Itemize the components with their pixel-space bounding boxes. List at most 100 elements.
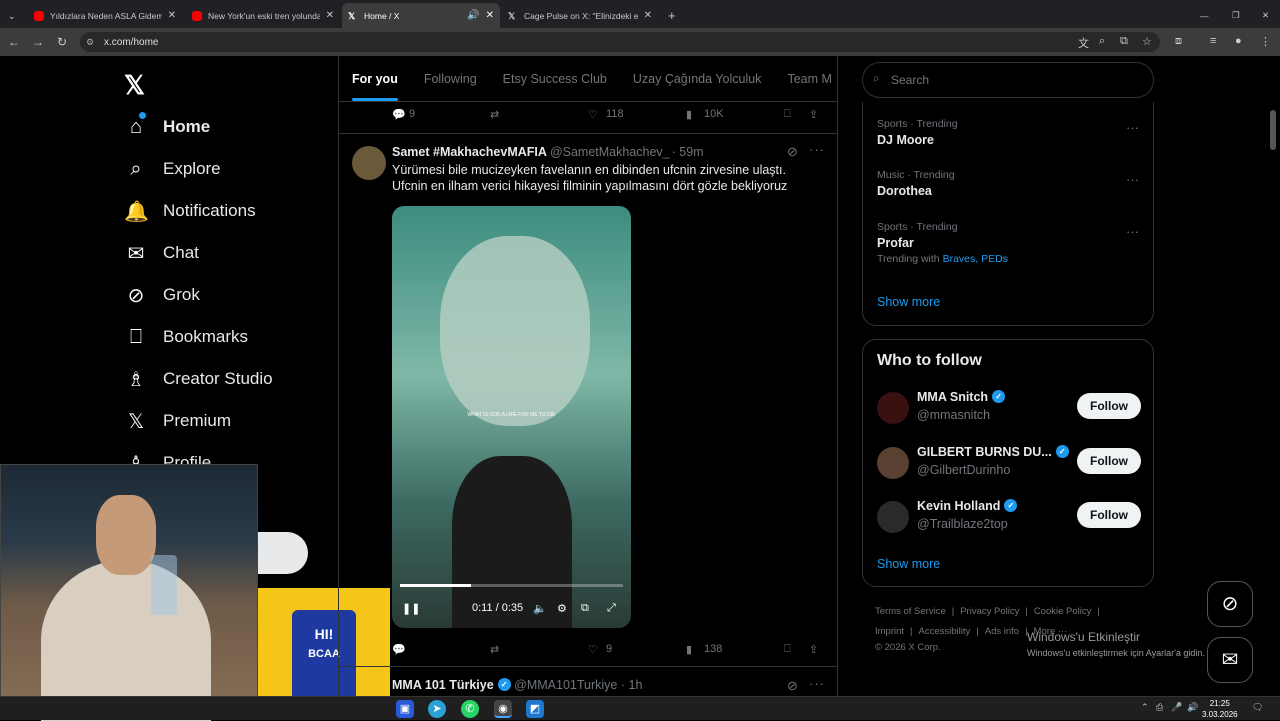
tab-uzay-cagi[interactable]: Uzay Çağında Yolculuk <box>620 56 775 101</box>
nav-item-notifications[interactable]: 🔔 Notifications <box>124 191 256 231</box>
browser-tab-2[interactable]: New York'un eski tren yolunda ✕ <box>186 3 340 28</box>
messages-fab-icon[interactable]: ✉ <box>1207 637 1253 683</box>
views-icon[interactable]: ▮ <box>686 108 692 121</box>
close-tab-icon[interactable]: ✕ <box>168 10 176 21</box>
trend-item[interactable]: Sports · Trending DJ Moore <box>877 118 958 147</box>
more-icon[interactable]: ··· <box>809 676 825 691</box>
tray-chevron-icon[interactable]: ⌃ <box>1141 702 1149 713</box>
close-tab-icon[interactable]: ✕ <box>326 10 334 21</box>
tab-etsy-success-club[interactable]: Etsy Success Club <box>490 56 620 101</box>
nav-item-chat[interactable]: ✉ Chat <box>124 233 199 273</box>
more-icon[interactable]: ··· <box>1126 172 1139 187</box>
tab-list-button[interactable]: ⌄ <box>2 4 24 29</box>
trend-item[interactable]: Sports · Trending Profar Trending with Bra… <box>877 221 1008 265</box>
trend-item[interactable]: Music · Trending Dorothea <box>877 169 955 198</box>
settings-icon[interactable]: ⚙ <box>557 602 567 615</box>
volume-tray-icon[interactable]: 🔊 <box>1187 702 1198 713</box>
follow-button[interactable]: Follow <box>1077 393 1141 419</box>
tray-app-icon[interactable]: ⎙ <box>1156 702 1163 713</box>
close-window-icon[interactable]: ✕ <box>1256 3 1276 28</box>
volume-icon[interactable]: 🔈 <box>533 602 547 615</box>
notification-center-icon[interactable]: 🗨 <box>1252 702 1263 713</box>
more-icon[interactable]: ··· <box>809 142 825 157</box>
like-icon[interactable]: ♡ <box>588 643 598 656</box>
grok-icon[interactable]: ⊘ <box>787 144 799 160</box>
views-icon[interactable]: ▮ <box>686 643 692 656</box>
tweet-video[interactable]: WHAT IS GOD A LIFE FOR ME TO DIE ❚❚ 0:11… <box>392 206 631 628</box>
bookmark-icon[interactable]: ⎕ <box>784 643 791 656</box>
photos-icon[interactable]: ◩ <box>526 700 544 718</box>
fullscreen-icon[interactable]: ⤢ <box>607 602 616 615</box>
minimize-icon[interactable]: — <box>1194 3 1214 28</box>
post-button[interactable] <box>258 532 308 574</box>
share-icon[interactable]: ⇪ <box>809 643 818 656</box>
scrollbar[interactable] <box>1270 110 1276 150</box>
retweet-icon[interactable]: ⇄ <box>490 108 499 121</box>
close-tab-icon[interactable]: ✕ <box>486 10 494 21</box>
tweet-time[interactable]: · 59m <box>672 145 704 159</box>
mic-icon[interactable]: 🎤 <box>1171 702 1182 713</box>
media-icon[interactable]: ≡ <box>1210 35 1216 47</box>
nav-item-explore[interactable]: ⌕ Explore <box>124 149 220 189</box>
show-more-follow[interactable]: Show more <box>877 557 940 571</box>
tweet-handle[interactable]: @SametMakhachev_ <box>550 145 670 159</box>
zoom-icon[interactable]: ⌕ <box>1099 35 1105 48</box>
new-tab-button[interactable]: + <box>662 3 682 28</box>
nav-item-bookmarks[interactable]: ⎕ Bookmarks <box>124 317 248 357</box>
more-icon[interactable]: ··· <box>1126 120 1139 135</box>
clock[interactable]: 21:25 3.03.2026 <box>1202 698 1238 720</box>
reload-icon[interactable]: ↻ <box>50 35 74 49</box>
nav-item-grok[interactable]: ⊘ Grok <box>124 275 200 315</box>
extensions-icon[interactable]: ⧈ <box>1175 35 1182 48</box>
follow-button[interactable]: Follow <box>1077 502 1141 528</box>
share-icon[interactable]: ⇪ <box>809 108 818 121</box>
reply-icon[interactable]: 💬 <box>392 108 406 121</box>
next-tweet-author[interactable]: MMA 101 Türkiye <box>392 678 494 692</box>
restore-icon[interactable]: ❐ <box>1226 3 1246 28</box>
install-icon[interactable]: ⧉ <box>1120 35 1128 48</box>
telegram-icon[interactable]: ➤ <box>428 700 446 718</box>
follow-suggestion[interactable]: Kevin Holland ✓ @Trailblaze2top Follow <box>877 499 1141 535</box>
bookmark-icon[interactable]: ⎕ <box>784 108 791 121</box>
nav-item-creator-studio[interactable]: ♗ Creator Studio <box>124 359 273 399</box>
footer-link[interactable]: Imprint <box>875 626 904 637</box>
speaker-icon[interactable]: 🔊 <box>467 10 479 21</box>
tab-following[interactable]: Following <box>411 56 490 101</box>
more-icon[interactable]: ··· <box>1126 224 1139 239</box>
footer-link[interactable]: Terms of Service <box>875 606 946 617</box>
footer-link[interactable]: Ads info <box>985 626 1019 637</box>
tweet-avatar[interactable] <box>352 146 386 180</box>
tab-team[interactable]: Team M <box>774 56 837 101</box>
trend-sub-links[interactable]: Braves, PEDs <box>943 253 1008 265</box>
x-logo-icon[interactable]: 𝕏 <box>124 70 145 101</box>
show-more-trends[interactable]: Show more <box>877 295 940 309</box>
next-tweet-time[interactable]: · 1h <box>621 678 643 692</box>
nav-item-home[interactable]: ⌂ Home <box>124 107 210 147</box>
chrome-icon[interactable]: ◉ <box>494 700 512 718</box>
translate-icon[interactable]: 文 <box>1078 35 1089 51</box>
footer-link[interactable]: Privacy Policy <box>960 606 1019 617</box>
menu-icon[interactable]: ⋮ <box>1260 35 1271 48</box>
video-progress[interactable] <box>400 584 623 587</box>
pip-icon[interactable]: ⧉ <box>581 602 589 615</box>
retweet-icon[interactable]: ⇄ <box>490 643 499 656</box>
follow-suggestion[interactable]: GILBERT BURNS DU... ✓ @GilbertDurinho Follo… <box>877 445 1141 481</box>
search-input[interactable]: Search <box>862 62 1154 98</box>
next-tweet-handle[interactable]: @MMA101Turkiye <box>514 678 617 692</box>
browser-tab-4[interactable]: 𝕏 Cage Pulse on X: "Elinizdeki en ✕ <box>502 3 658 28</box>
close-tab-icon[interactable]: ✕ <box>644 10 652 21</box>
tweet-author[interactable]: Samet #MakhachevMAFIA <box>392 145 546 159</box>
footer-link[interactable]: Accessibility <box>919 626 971 637</box>
follow-button[interactable]: Follow <box>1077 448 1141 474</box>
follow-suggestion[interactable]: MMA Snitch ✓ @mmasnitch Follow <box>877 390 1141 426</box>
bookmark-star-icon[interactable]: ☆ <box>1142 35 1152 48</box>
nav-item-premium[interactable]: 𝕏 Premium <box>124 401 231 441</box>
whatsapp-icon[interactable]: ✆ <box>461 700 479 718</box>
address-bar[interactable]: x.com/home <box>80 32 1160 52</box>
browser-tab-3[interactable]: 𝕏 Home / X 🔊 ✕ <box>342 3 500 28</box>
grok-icon[interactable]: ⊘ <box>787 678 799 694</box>
reply-icon[interactable]: 💬 <box>392 643 406 656</box>
site-info-icon[interactable]: ⚙ <box>86 37 94 48</box>
browser-tab-1[interactable]: Yıldızlara Neden ASLA Gideme ✕ <box>28 3 182 28</box>
profile-icon[interactable]: ● <box>1235 35 1242 47</box>
